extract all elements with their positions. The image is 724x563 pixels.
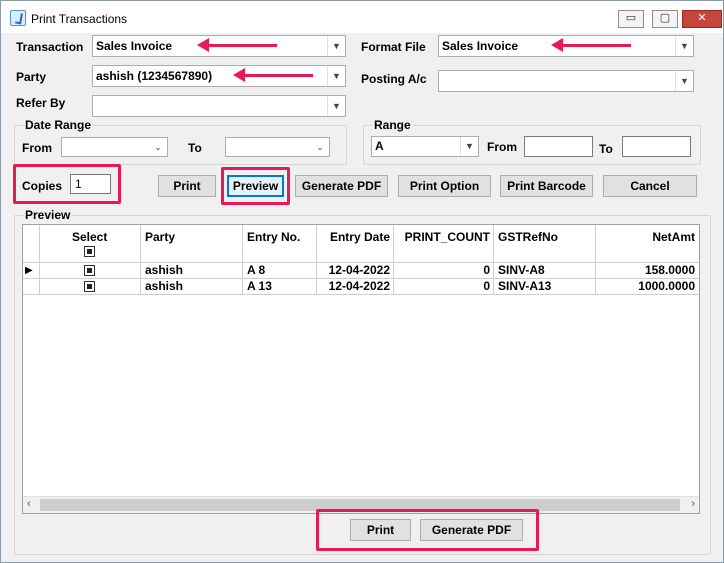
preview-label: Preview [23,208,73,222]
annotation-box-copies [13,164,121,204]
maximize-button[interactable]: ▢ [652,10,678,28]
column-header-print-count[interactable]: PRINT_COUNT [394,225,494,263]
print-button[interactable]: Print [158,175,216,197]
refer-by-select[interactable]: ▼ [92,95,346,117]
chevron-down-icon[interactable]: ▼ [675,71,693,91]
column-header-gstrefno[interactable]: GSTRefNo [494,225,596,263]
scroll-right-icon[interactable]: › [691,498,695,510]
range-label: Range [372,118,413,132]
column-header-entry-date[interactable]: Entry Date [317,225,394,263]
party-value: ashish (1234567890) [96,69,213,83]
column-header-select[interactable]: Select [40,225,141,263]
preview-grid[interactable]: Select Party Entry No. Entry Date PRINT_… [22,224,700,514]
column-entry-no-label: Entry No. [247,230,301,244]
column-select-label: Select [72,230,108,244]
annotation-box-footer [316,509,539,551]
date-to-label: To [188,141,202,155]
chevron-down-icon[interactable]: ▼ [327,96,345,116]
app-icon [10,10,26,26]
annotation-arrow-party [233,68,313,82]
chevron-down-icon[interactable]: ⌄ [311,138,329,156]
cell-entry-date: 12-04-2022 [317,263,394,279]
posting-ac-select[interactable]: ▼ [438,70,694,92]
generate-pdf-button[interactable]: Generate PDF [295,175,388,197]
refer-by-label: Refer By [16,96,66,110]
format-file-value: Sales Invoice [442,39,519,53]
column-entry-date-label: Entry Date [329,230,390,244]
row-pointer-icon: ▶ [25,265,33,276]
cancel-button[interactable]: Cancel [603,175,697,197]
range-select[interactable]: A ▼ [371,136,479,157]
cell-party: ashish [141,279,243,295]
chevron-down-icon[interactable]: ▼ [460,137,478,156]
range-value: A [375,139,384,153]
chevron-down-icon[interactable]: ▼ [327,66,345,86]
cell-party: ashish [141,263,243,279]
window-title: Print Transactions [31,12,128,26]
cell-netamt: 158.0000 [596,263,699,279]
annotation-arrow-transaction [197,38,277,52]
print-transactions-window: Print Transactions ▭ ▢ ✕ Transaction Sal… [0,0,724,563]
date-to-picker[interactable]: ⌄ [225,137,330,157]
table-row[interactable] [40,279,141,295]
range-from-label: From [487,140,517,154]
title-bar: Print Transactions ▭ ▢ ✕ [1,1,723,33]
chevron-down-icon[interactable]: ▼ [675,36,693,56]
chevron-down-icon[interactable]: ⌄ [149,138,167,156]
date-from-label: From [22,141,52,155]
transaction-value: Sales Invoice [96,39,173,53]
transaction-label: Transaction [16,40,84,54]
table-row[interactable] [40,263,141,279]
row-header-column [23,225,40,263]
cell-entry-date: 12-04-2022 [317,279,394,295]
column-header-entry-no[interactable]: Entry No. [243,225,317,263]
cell-print-count: 0 [394,263,494,279]
party-label: Party [16,70,47,84]
date-from-picker[interactable]: ⌄ [61,137,168,157]
date-range-label: Date Range [23,118,94,132]
column-print-count-label: PRINT_COUNT [404,230,490,244]
format-file-label: Format File [361,40,426,54]
cell-print-count: 0 [394,279,494,295]
column-header-party[interactable]: Party [141,225,243,263]
cell-gstrefno: SINV-A13 [494,279,596,295]
print-option-button[interactable]: Print Option [398,175,491,197]
column-gstrefno-label: GSTRefNo [498,230,558,244]
cell-entry-no: A 8 [243,263,317,279]
column-party-label: Party [145,230,176,244]
row-select-checkbox[interactable] [84,281,95,292]
row-selector[interactable] [23,279,40,295]
scroll-left-icon[interactable]: ‹ [27,498,31,510]
range-to-label: To [599,142,613,156]
select-all-checkbox[interactable] [84,246,95,257]
posting-ac-label: Posting A/c [361,72,427,86]
column-header-netamt[interactable]: NetAmt [596,225,699,263]
cell-gstrefno: SINV-A8 [494,263,596,279]
row-selector[interactable]: ▶ [23,263,40,279]
cell-netamt: 1000.0000 [596,279,699,295]
cell-entry-no: A 13 [243,279,317,295]
column-netamt-label: NetAmt [652,230,695,244]
range-from-input[interactable] [524,136,593,157]
row-select-checkbox[interactable] [84,265,95,276]
close-button[interactable]: ✕ [682,10,722,28]
print-barcode-button[interactable]: Print Barcode [500,175,593,197]
annotation-arrow-format-file [551,38,631,52]
minimize-button[interactable]: ▭ [618,10,644,28]
range-to-input[interactable] [622,136,691,157]
annotation-box-preview [221,167,290,205]
chevron-down-icon[interactable]: ▼ [327,36,345,56]
